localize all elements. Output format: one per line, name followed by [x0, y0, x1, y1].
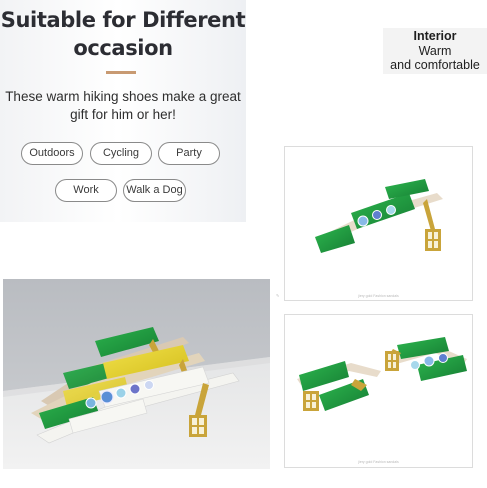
tag-outdoors[interactable]: Outdoors	[21, 142, 83, 165]
photo-caption-top: jiery gold Fashion sandals	[358, 294, 399, 298]
tag-walk-a-dog[interactable]: Walk a Dog	[123, 179, 186, 202]
edge-mark: ✎	[276, 293, 280, 298]
promo-card: Suitable for Different occasion These wa…	[0, 0, 246, 222]
tag-party[interactable]: Party	[158, 142, 220, 165]
title-divider	[106, 71, 136, 74]
promo-subtitle-line1: These warm hiking shoes make a great	[5, 89, 241, 104]
interior-label-box: Interior Warm and comfortable	[383, 28, 487, 74]
promo-title-line2: occasion	[73, 36, 173, 60]
sandal-photo-icon-2	[297, 337, 467, 411]
promo-subtitle-line2: gift for him or her!	[70, 107, 176, 122]
bottom-strip	[0, 480, 487, 488]
promo-subtitle: These warm hiking shoes make a great gif…	[0, 88, 246, 124]
tag-cycling[interactable]: Cycling	[90, 142, 152, 165]
product-photo-top: jiery gold Fashion sandals	[284, 146, 473, 301]
interior-comfortable-text: and comfortable	[390, 58, 480, 72]
promo-title: Suitable for Different occasion	[0, 6, 246, 62]
tag-work[interactable]: Work	[55, 179, 117, 202]
promo-title-line1: Suitable for Different	[0, 8, 246, 32]
interior-heading: Interior	[413, 29, 457, 43]
product-photo-bottom: jiery gold Fashion sandals	[284, 314, 473, 468]
photo-caption-bottom: jiery gold Fashion sandals	[358, 460, 399, 464]
studio-sandals-photo	[3, 279, 270, 469]
sandal-photo-icon	[315, 179, 443, 253]
interior-warm-text: Warm	[418, 44, 452, 58]
